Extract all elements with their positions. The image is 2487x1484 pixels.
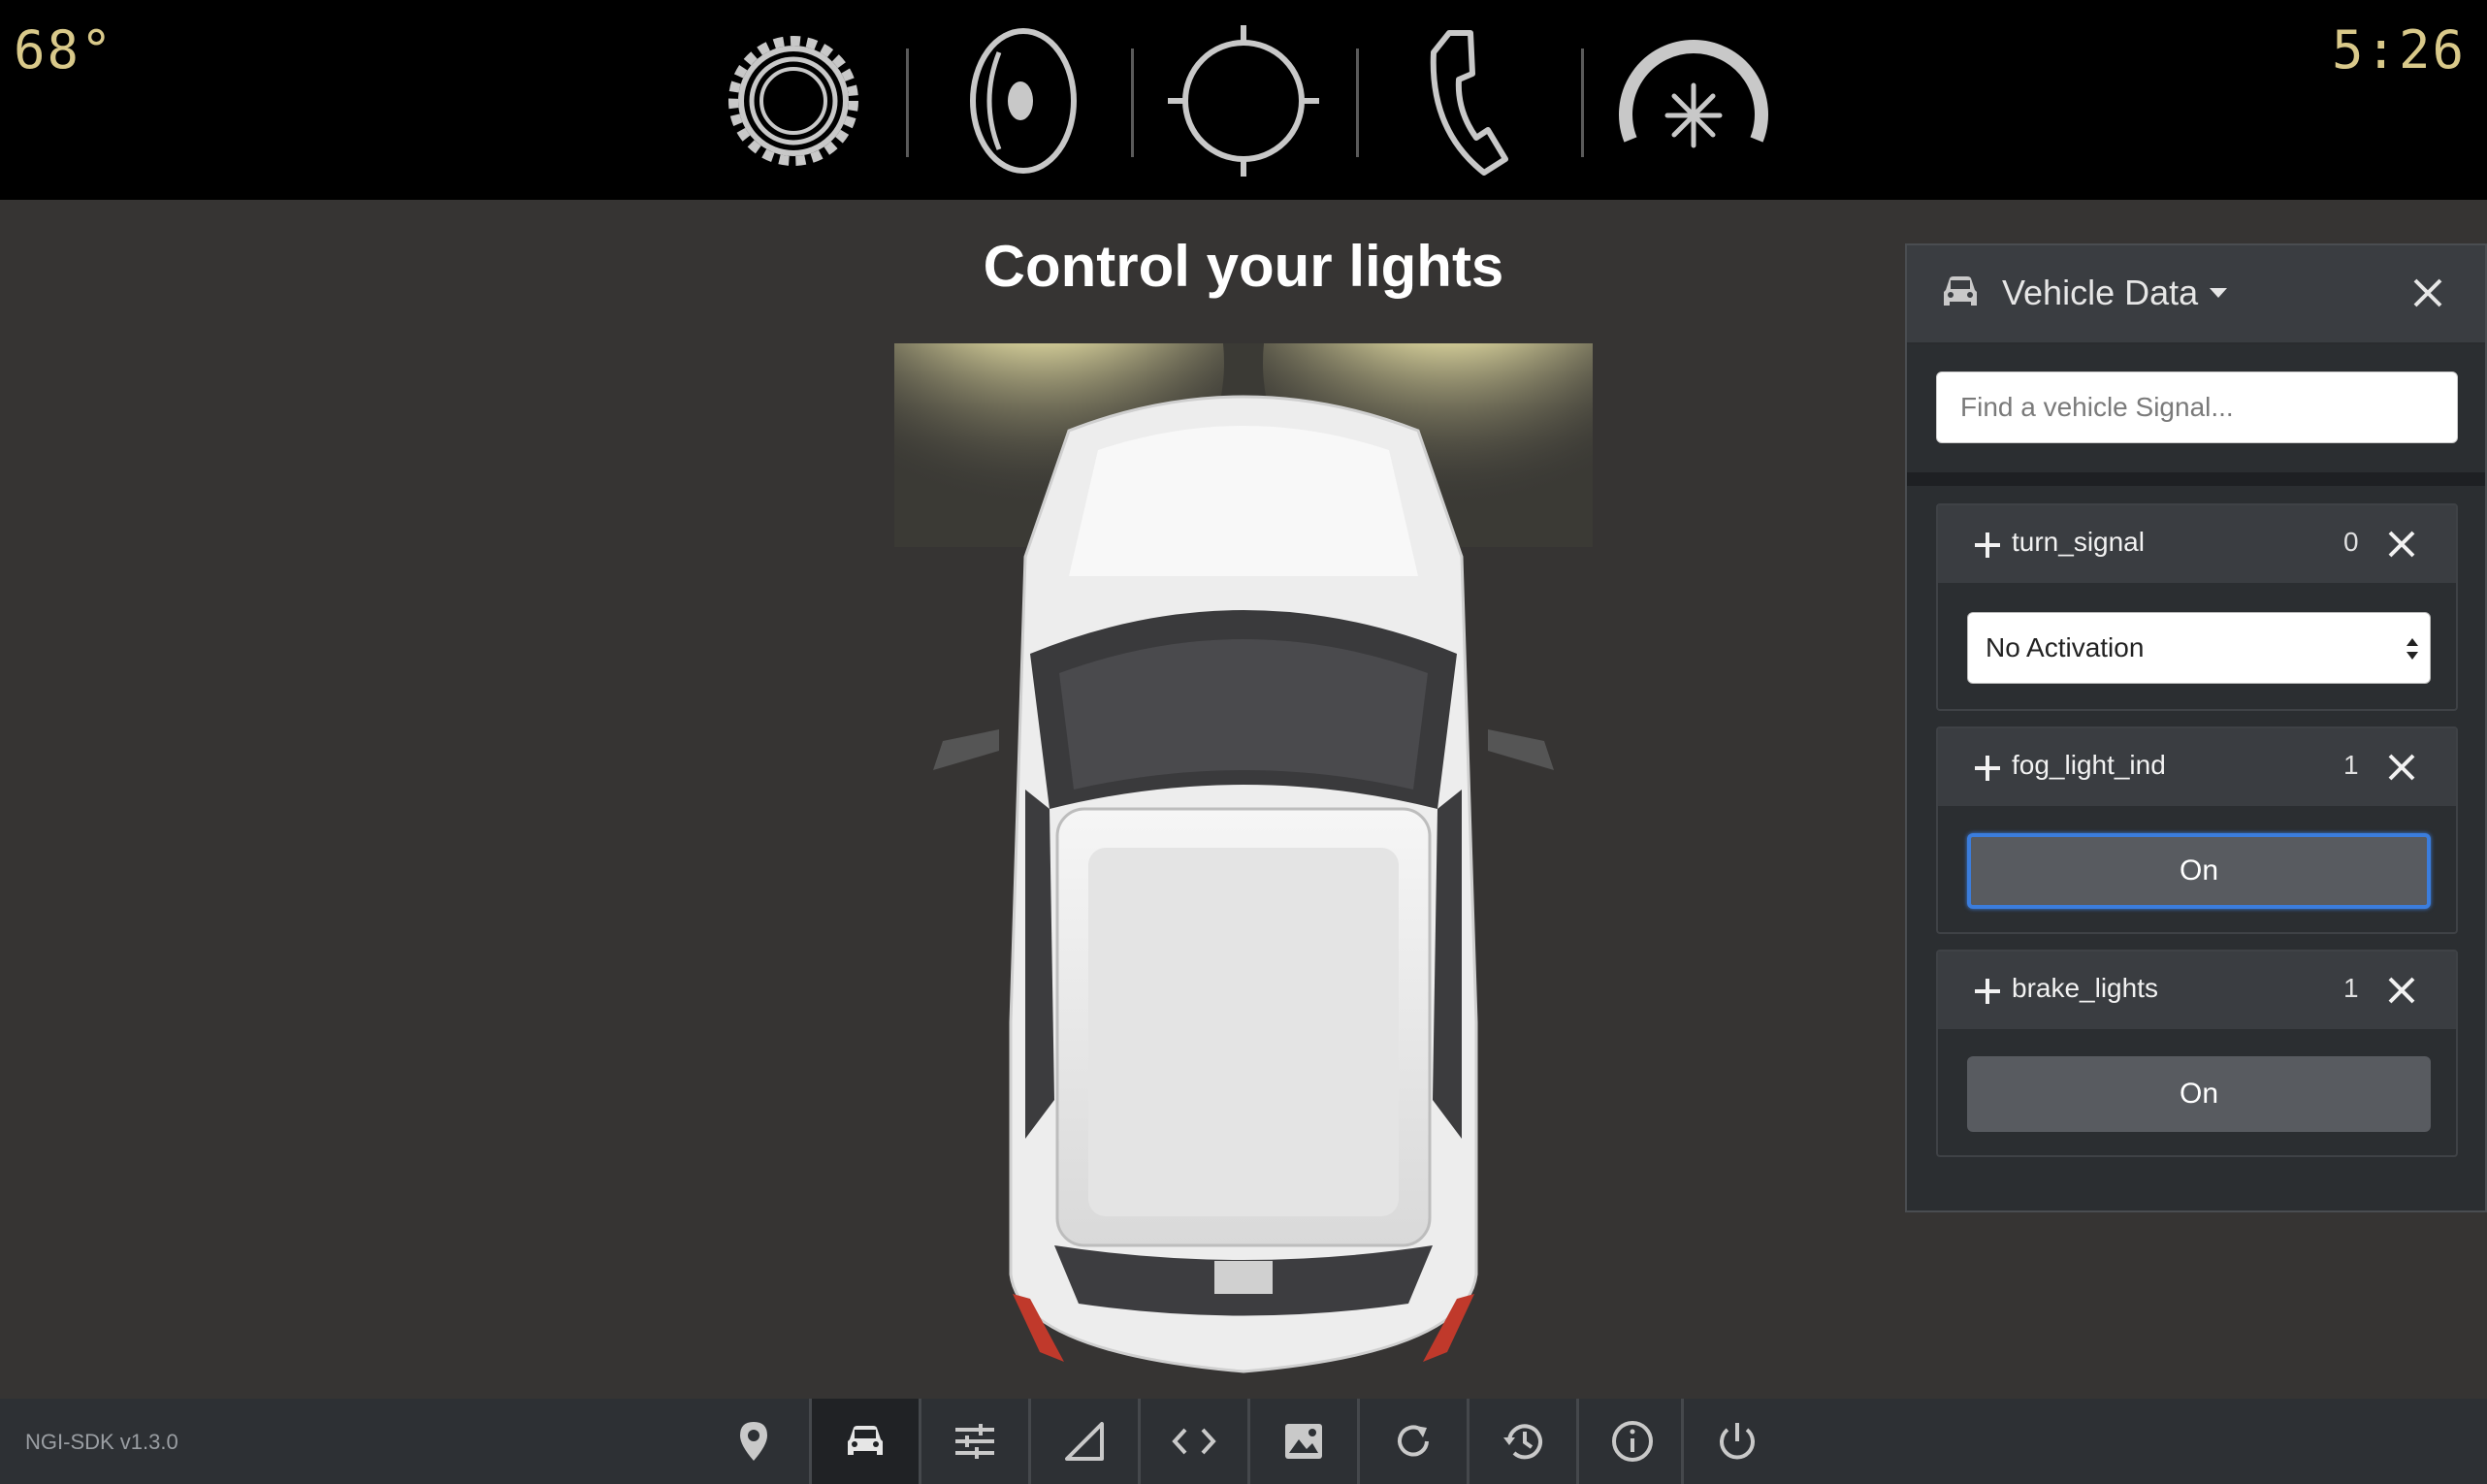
select-value: No Activation: [1986, 632, 2145, 662]
signal-icon[interactable]: [1031, 1399, 1138, 1484]
close-icon[interactable]: [2386, 975, 2417, 1011]
signal-header: fog_light_ind 1: [1938, 728, 2456, 806]
car-icon[interactable]: [812, 1399, 919, 1484]
panel-title[interactable]: Vehicle Data: [2002, 273, 2198, 313]
plus-icon[interactable]: [1973, 531, 2002, 565]
brake-lights-toggle-button[interactable]: On: [1967, 1056, 2431, 1132]
fog-light-toggle-button[interactable]: On: [1967, 833, 2431, 909]
signal-card-brake-lights: brake_lights 1 On: [1936, 950, 2458, 1157]
location-icon[interactable]: [700, 1399, 807, 1484]
signal-card-fog-light-ind: fog_light_ind 1 On: [1936, 726, 2458, 934]
plus-icon[interactable]: [1973, 977, 2002, 1011]
signal-name: fog_light_ind: [2012, 750, 2166, 780]
nav-divider: [1356, 48, 1359, 157]
signal-search-input[interactable]: [1936, 371, 2458, 443]
signal-name: turn_signal: [2012, 527, 2145, 557]
clock: 5:26: [2331, 19, 2466, 81]
signal-value: 0: [2343, 527, 2359, 557]
target-icon[interactable]: [1161, 23, 1326, 178]
phone-icon[interactable]: [1386, 23, 1551, 178]
panel-header: Vehicle Data: [1907, 245, 2485, 344]
temperature-readout: 68°: [14, 19, 114, 81]
signal-value: 1: [2343, 973, 2359, 1003]
nav-divider: [1581, 48, 1584, 157]
sliders-icon[interactable]: [921, 1399, 1028, 1484]
climate-icon[interactable]: [1611, 23, 1776, 178]
signal-name: brake_lights: [2012, 973, 2158, 1003]
top-bar: 68° 5:26: [0, 0, 2487, 200]
close-icon[interactable]: [2411, 276, 2444, 314]
signal-value: 1: [2343, 750, 2359, 780]
plus-icon[interactable]: [1973, 754, 2002, 788]
panel-divider: [1907, 472, 2485, 486]
code-icon[interactable]: [1141, 1399, 1247, 1484]
nav-divider: [906, 48, 909, 157]
nav-divider: [1131, 48, 1134, 157]
bottom-bar: NGI-SDK v1.3.0: [0, 1399, 2487, 1484]
close-icon[interactable]: [2386, 529, 2417, 565]
history-icon[interactable]: [1470, 1399, 1576, 1484]
car-icon: [1940, 273, 1981, 316]
info-icon[interactable]: [1579, 1399, 1686, 1484]
signal-header: brake_lights 1: [1938, 952, 2456, 1029]
image-icon[interactable]: [1250, 1399, 1357, 1484]
close-icon[interactable]: [2386, 752, 2417, 788]
refresh-icon[interactable]: [1360, 1399, 1467, 1484]
signal-header: turn_signal 0: [1938, 505, 2456, 583]
sdk-version: NGI-SDK v1.3.0: [25, 1430, 178, 1454]
car-illustration: [856, 178, 1631, 1381]
select-arrows-icon: [2405, 634, 2420, 668]
speaker-icon[interactable]: [936, 23, 1101, 178]
chevron-down-icon[interactable]: [2210, 288, 2227, 298]
power-icon[interactable]: [1684, 1399, 1791, 1484]
turn-signal-select[interactable]: No Activation: [1967, 612, 2431, 684]
vehicle-data-panel: Vehicle Data turn_signal 0 No Activation: [1905, 243, 2487, 1212]
signal-card-turn-signal: turn_signal 0 No Activation: [1936, 503, 2458, 711]
gear-icon[interactable]: [711, 23, 876, 178]
